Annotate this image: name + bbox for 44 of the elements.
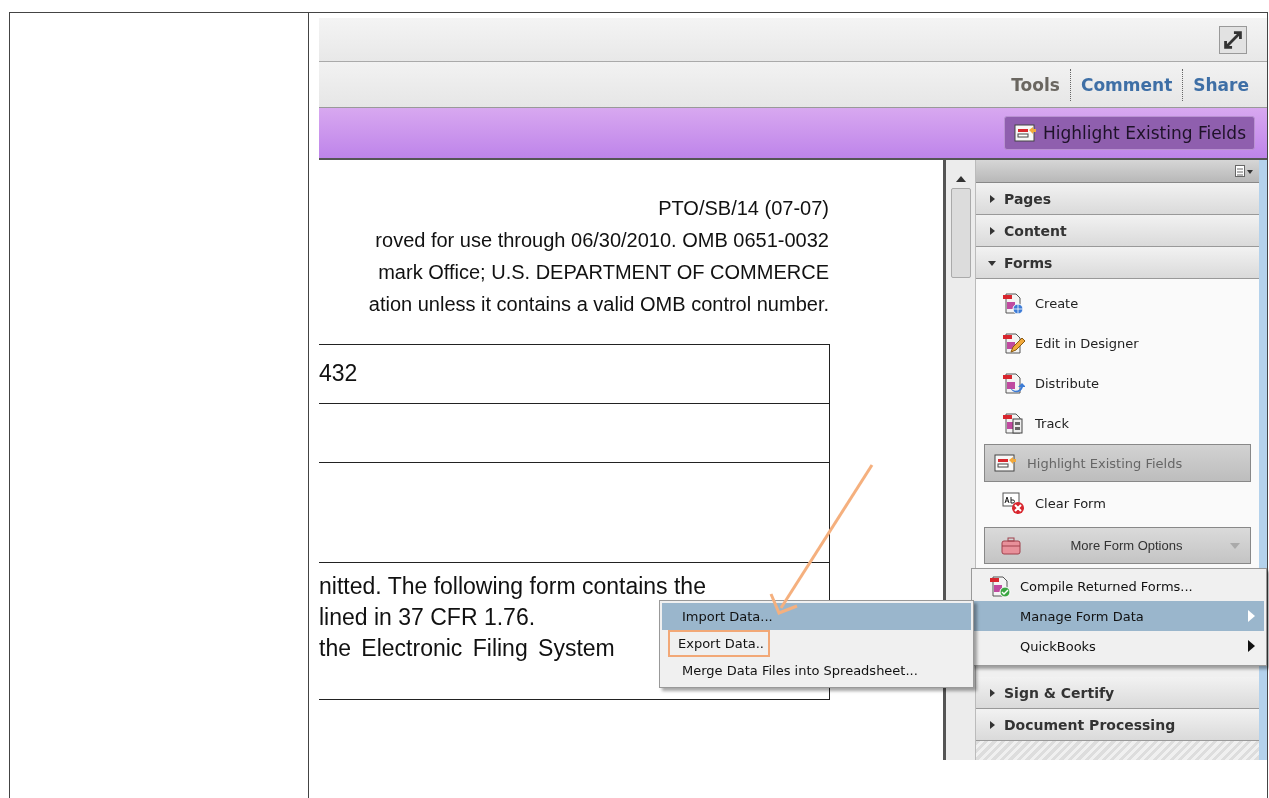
document-text: PTO/SB/14 (07-07) xyxy=(657,196,829,221)
toolbar-tab[interactable]: Comment xyxy=(1069,68,1183,101)
submenu-arrow-icon xyxy=(1248,640,1256,652)
form-tool-icon xyxy=(1001,491,1025,515)
menu-item[interactable]: Import Data... xyxy=(662,603,971,630)
document-text: mark Office; U.S. DEPARTMENT OF COMMERCE xyxy=(377,260,829,285)
menu-item[interactable]: Merge Data Files into Spreadsheet... xyxy=(662,657,971,684)
menu-item[interactable]: Compile Returned Forms... xyxy=(974,571,1264,601)
document-text: 432 xyxy=(319,359,358,388)
form-tool-icon xyxy=(1001,411,1025,435)
section-label: Sign & Certify xyxy=(1004,684,1115,701)
more-form-options-button[interactable]: More Form Options xyxy=(984,527,1251,564)
form-tool-icon xyxy=(1001,291,1025,315)
submenu-arrow-icon xyxy=(1248,610,1256,622)
scrollbar-thumb[interactable] xyxy=(950,188,971,278)
panel-tool-item[interactable]: Distribute xyxy=(984,363,1251,403)
document-text: ation unless it contains a valid OMB control number. xyxy=(367,292,829,317)
panel-options-icon[interactable] xyxy=(1235,165,1253,177)
panel-tool-item[interactable]: Create xyxy=(984,283,1251,323)
section-label: Pages xyxy=(1004,190,1052,207)
form-tool-icon xyxy=(1001,371,1025,395)
form-fields-icon xyxy=(1013,121,1037,145)
caret-icon xyxy=(1230,542,1240,549)
section-label: Forms xyxy=(1004,254,1053,271)
document-text: the Electronic Filing System xyxy=(319,634,615,663)
form-tool-icon xyxy=(993,451,1017,475)
document-text: lined in 37 CFR 1.76. xyxy=(319,603,536,632)
document-text: roved for use through 06/30/2010. OMB 0651-0032 xyxy=(374,228,829,253)
panel-tool-item[interactable]: Track xyxy=(984,403,1251,443)
highlight-fields-button[interactable]: Highlight Existing Fields xyxy=(1004,116,1255,150)
toolbar-tab[interactable]: Share xyxy=(1182,68,1259,101)
toolbar-tab[interactable]: Tools xyxy=(1001,68,1070,101)
section-label: Document Processing xyxy=(1004,716,1176,733)
menu-item[interactable]: Manage Form Data xyxy=(974,601,1264,631)
menu-item[interactable]: QuickBooks xyxy=(974,631,1264,661)
panel-tool-item[interactable]: Clear Form xyxy=(984,483,1251,523)
menu-item[interactable]: Export Data.. xyxy=(668,630,770,657)
scroll-up-icon[interactable] xyxy=(955,176,966,182)
fullscreen-icon[interactable] xyxy=(1219,25,1247,54)
document-text: nitted. The following form contains the xyxy=(319,572,706,601)
panel-tool-item[interactable]: Edit in Designer xyxy=(984,323,1251,363)
section-label: Content xyxy=(1004,222,1067,239)
form-tool-icon xyxy=(1001,331,1025,355)
form-check-icon xyxy=(988,574,1012,598)
